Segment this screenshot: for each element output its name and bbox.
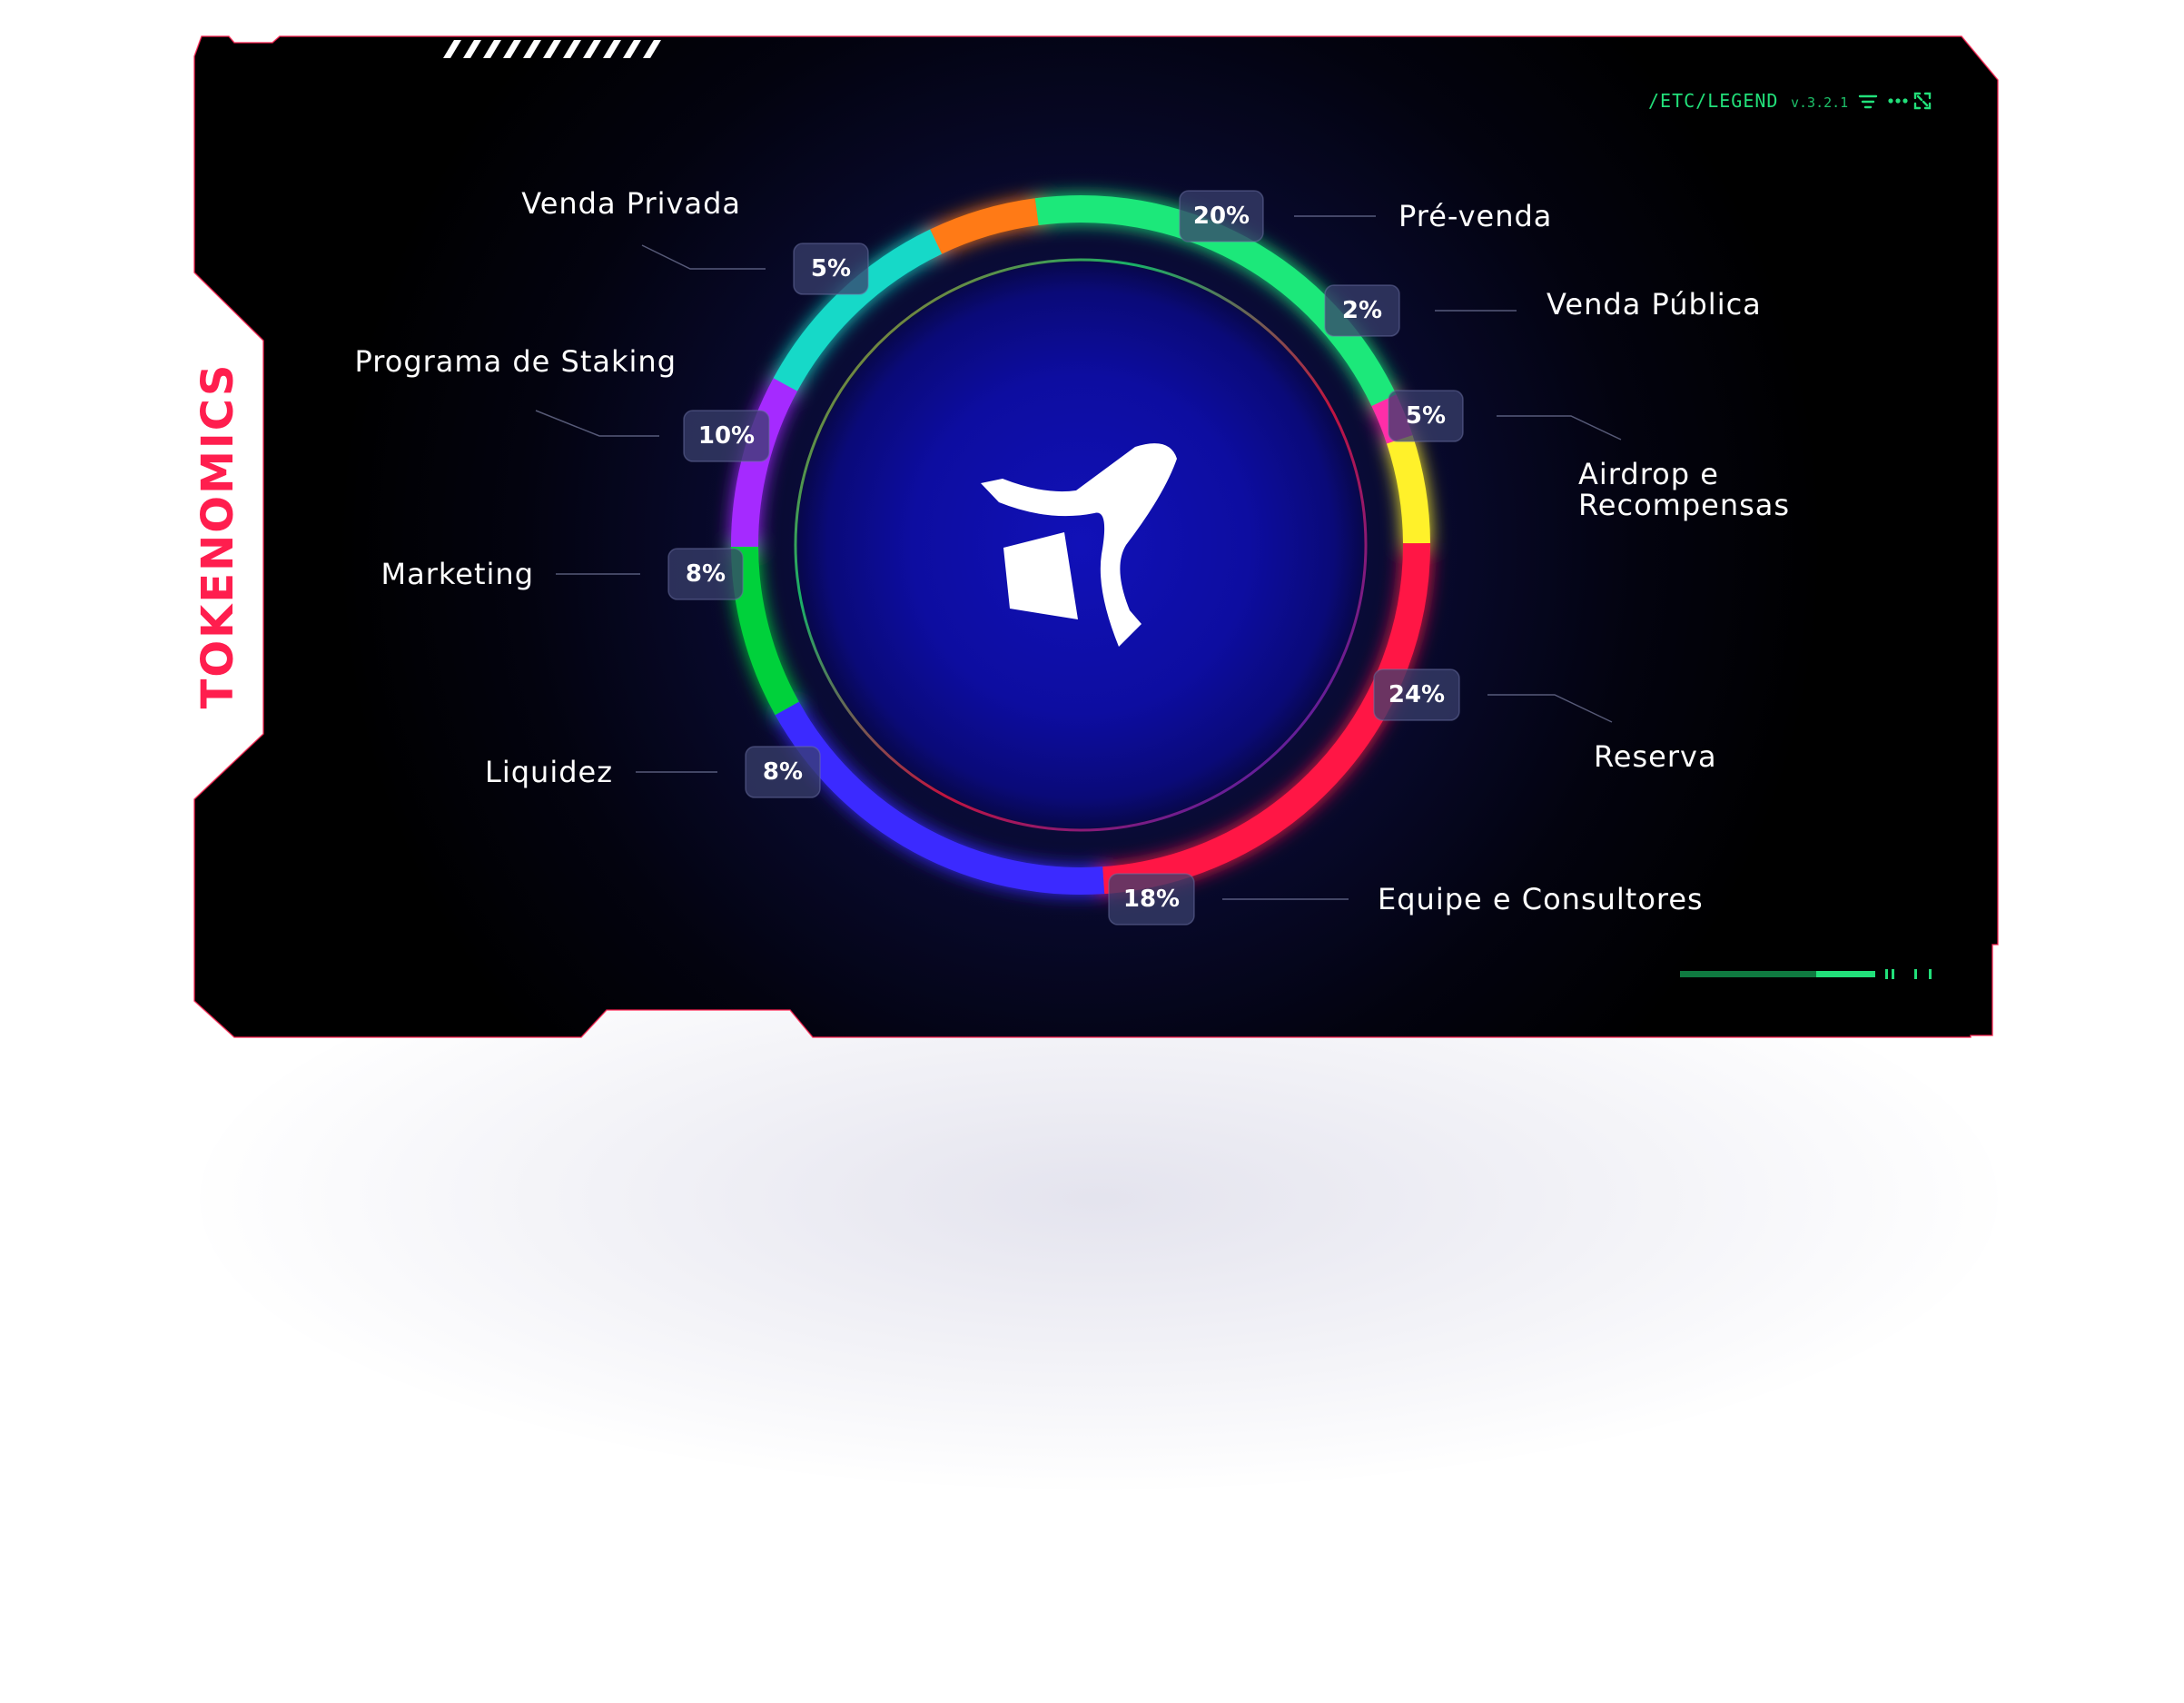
value-label: 24% <box>1388 681 1445 708</box>
value-label: 20% <box>1193 203 1250 230</box>
category-label: Venda Privada <box>521 186 741 221</box>
tokenomics-panel: TOKENOMICS /ETC/LEGEND v.3.2.1 20% Pré-v… <box>193 35 1999 1038</box>
version-label: v.3.2.1 <box>1791 94 1848 111</box>
category-label: Marketing <box>381 557 534 591</box>
path-label: /ETC/LEGEND <box>1648 90 1778 112</box>
side-title: TOKENOMICS <box>193 363 243 709</box>
category-label: Equipe e Consultores <box>1378 882 1704 916</box>
scene: TOKENOMICS /ETC/LEGEND v.3.2.1 20% Pré-v… <box>0 0 2184 1703</box>
value-label: 10% <box>698 422 755 450</box>
value-label: 2% <box>1342 297 1382 324</box>
value-label: 5% <box>811 255 851 282</box>
category-label: Reserva <box>1594 739 1717 774</box>
value-label: 18% <box>1123 886 1180 913</box>
value-label: 8% <box>763 758 803 786</box>
value-label: 8% <box>686 560 726 588</box>
more-icon[interactable] <box>1888 98 1908 104</box>
category-label: Venda Pública <box>1547 287 1762 322</box>
category-label: Pré-venda <box>1398 199 1552 233</box>
donut-core <box>797 262 1364 828</box>
value-label: 5% <box>1406 402 1446 430</box>
category-label: Liquidez <box>485 755 613 789</box>
category-label: Programa de Staking <box>355 344 677 379</box>
